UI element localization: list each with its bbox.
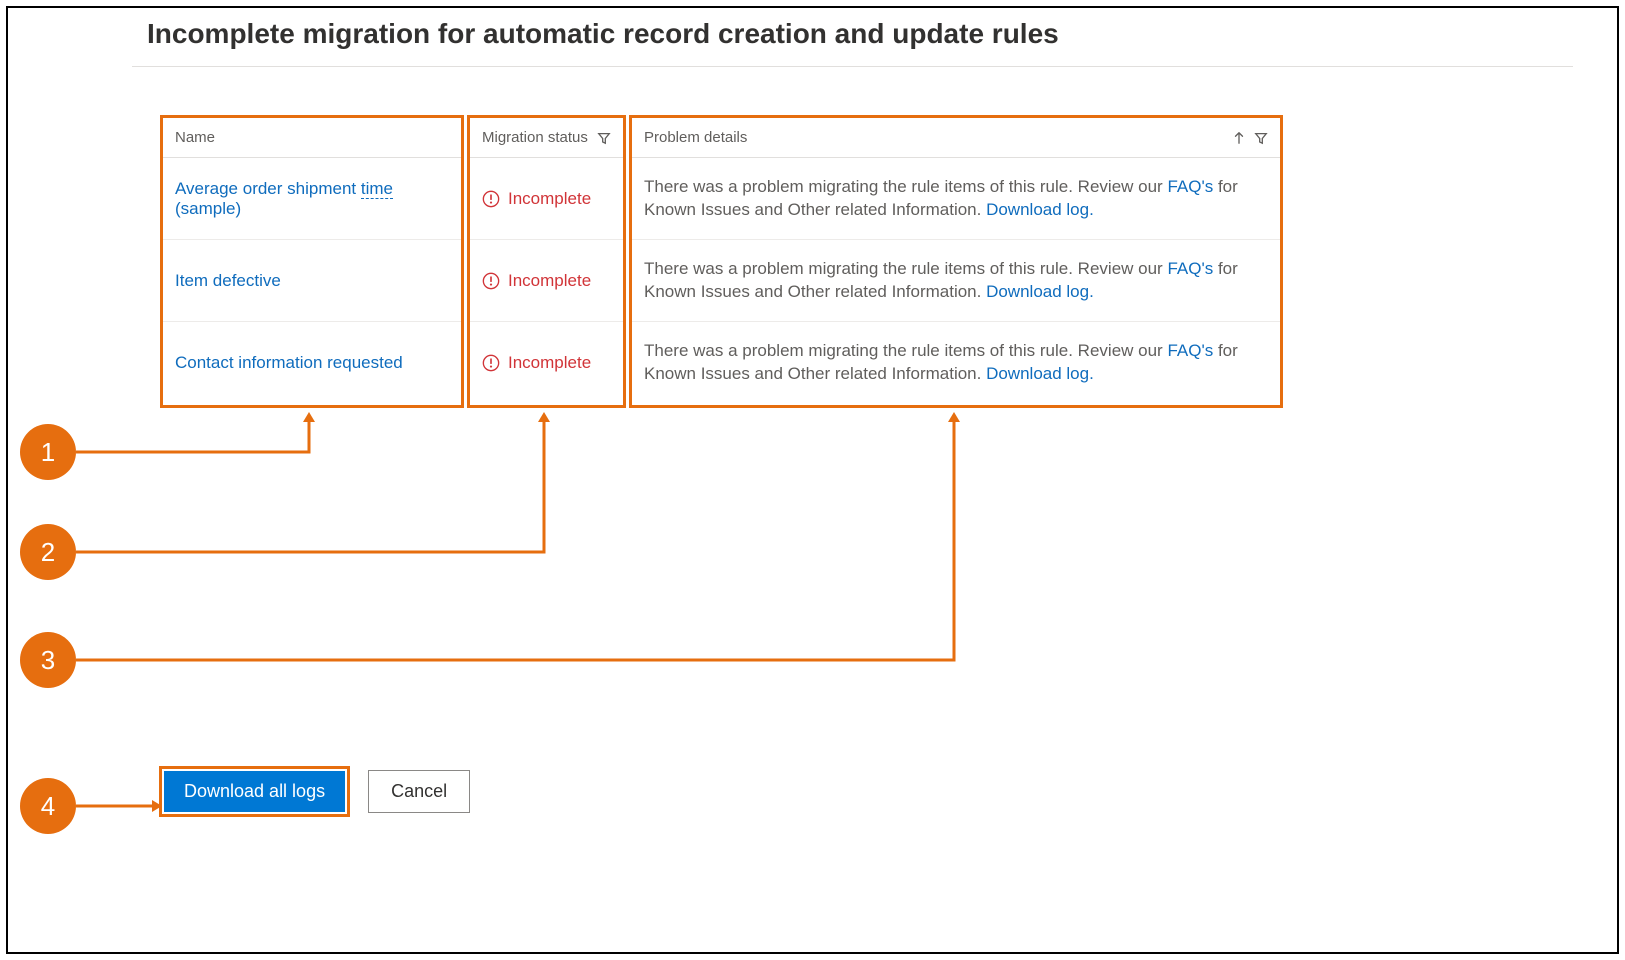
rule-name-suffix: (sample) [175, 199, 241, 218]
connector-4 [76, 798, 166, 814]
rule-name-part: Average order shipment [175, 179, 361, 198]
column-header-details[interactable]: Problem details [632, 118, 1280, 158]
table-row: Incomplete [470, 322, 623, 404]
column-header-status-label: Migration status [482, 129, 588, 146]
filter-icon[interactable] [597, 131, 611, 145]
callout-2: 2 [20, 524, 76, 580]
table-row: Average order shipment time (sample) [163, 158, 461, 240]
table-row: There was a problem migrating the rule i… [632, 240, 1280, 322]
detail-pre: There was a problem migrating the rule i… [644, 259, 1167, 278]
error-icon [482, 272, 500, 290]
download-log-link[interactable]: Download log. [986, 282, 1094, 301]
detail-pre: There was a problem migrating the rule i… [644, 177, 1167, 196]
download-log-link[interactable]: Download log. [986, 200, 1094, 219]
rule-name-link[interactable]: Average order shipment time (sample) [175, 179, 449, 219]
table-row: Contact information requested [163, 322, 461, 404]
status-text: Incomplete [508, 189, 591, 209]
rule-name-link[interactable]: Item defective [175, 271, 281, 291]
faq-link[interactable]: FAQ's [1167, 177, 1213, 196]
dialog-buttons: Download all logs Cancel [159, 766, 470, 817]
status-badge: Incomplete [482, 189, 591, 209]
callout-1: 1 [20, 424, 76, 480]
status-badge: Incomplete [482, 353, 591, 373]
status-text: Incomplete [508, 353, 591, 373]
rule-name-link[interactable]: Contact information requested [175, 353, 403, 373]
download-log-link[interactable]: Download log. [986, 364, 1094, 383]
status-badge: Incomplete [482, 271, 591, 291]
connector-3 [76, 408, 961, 666]
divider [132, 66, 1573, 67]
column-status: Migration status Incomplete Incomplete I… [467, 115, 626, 408]
error-icon [482, 354, 500, 372]
filter-icon[interactable] [1254, 131, 1268, 145]
error-icon [482, 190, 500, 208]
detail-pre: There was a problem migrating the rule i… [644, 341, 1167, 360]
table-row: Item defective [163, 240, 461, 322]
callout-4: 4 [20, 778, 76, 834]
sort-icon[interactable] [1232, 131, 1246, 145]
problem-details-text: There was a problem migrating the rule i… [644, 340, 1268, 386]
table-row: There was a problem migrating the rule i… [632, 322, 1280, 404]
status-text: Incomplete [508, 271, 591, 291]
problem-details-text: There was a problem migrating the rule i… [644, 258, 1268, 304]
page-title: Incomplete migration for automatic recor… [147, 18, 1059, 50]
column-header-details-label: Problem details [644, 129, 747, 146]
column-header-name[interactable]: Name [163, 118, 461, 158]
table-row: Incomplete [470, 158, 623, 240]
column-header-status[interactable]: Migration status [470, 118, 623, 158]
problem-details-text: There was a problem migrating the rule i… [644, 176, 1268, 222]
primary-button-highlight: Download all logs [159, 766, 350, 817]
callout-3: 3 [20, 632, 76, 688]
table-row: Incomplete [470, 240, 623, 322]
column-header-name-label: Name [175, 129, 215, 146]
column-name: Name Average order shipment time (sample… [160, 115, 464, 408]
faq-link[interactable]: FAQ's [1167, 259, 1213, 278]
faq-link[interactable]: FAQ's [1167, 341, 1213, 360]
rule-name-dotted: time [361, 179, 393, 199]
table-row: There was a problem migrating the rule i… [632, 158, 1280, 240]
download-all-logs-button[interactable]: Download all logs [164, 771, 345, 812]
column-details: Problem details There was a problem migr… [629, 115, 1283, 408]
cancel-button[interactable]: Cancel [368, 770, 470, 813]
